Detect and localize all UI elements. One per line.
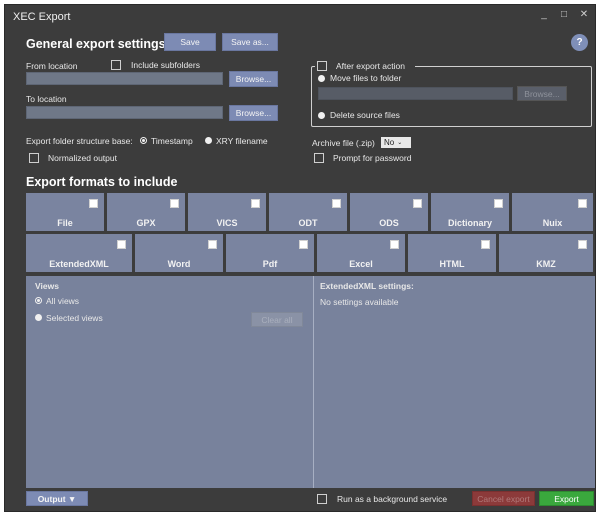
- export-window: XEC Export _ □ ✕ ? General export settin…: [4, 4, 596, 512]
- timestamp-radio[interactable]: [140, 137, 147, 144]
- xry-filename-radio[interactable]: [205, 137, 212, 144]
- format-label: ExtendedXML: [49, 259, 109, 269]
- format-label: VICS: [216, 218, 238, 228]
- maximize-icon[interactable]: □: [557, 9, 571, 20]
- move-files-radio[interactable]: [318, 75, 325, 82]
- archive-value: No: [384, 138, 395, 147]
- format-checkbox[interactable]: [299, 240, 308, 249]
- from-browse-button[interactable]: Browse...: [229, 71, 278, 87]
- no-settings-text: No settings available: [320, 297, 399, 307]
- format-tile-pdf[interactable]: Pdf: [226, 234, 314, 272]
- folder-structure-label: Export folder structure base:: [26, 136, 133, 146]
- format-label: ODT: [298, 218, 318, 228]
- format-label: Word: [167, 259, 191, 269]
- delete-source-label: Delete source files: [330, 110, 400, 120]
- selected-views-label: Selected views: [46, 313, 103, 323]
- format-label: HTML: [439, 259, 465, 269]
- format-label: Nuix: [542, 218, 563, 228]
- settings-heading: ExtendedXML settings:: [320, 281, 414, 291]
- timestamp-label: Timestamp: [151, 136, 193, 146]
- format-label: Excel: [349, 259, 373, 269]
- chevron-down-icon: ⌄: [397, 140, 403, 146]
- window-title: XEC Export: [13, 11, 71, 23]
- views-heading: Views: [35, 281, 59, 291]
- format-checkbox[interactable]: [170, 199, 179, 208]
- cancel-export-button[interactable]: Cancel export: [472, 491, 535, 506]
- archive-select[interactable]: No ⌄: [381, 137, 411, 148]
- save-button[interactable]: Save: [164, 33, 216, 51]
- to-location-input[interactable]: [26, 106, 223, 119]
- all-views-radio[interactable]: [35, 297, 42, 304]
- format-checkbox[interactable]: [117, 240, 126, 249]
- format-checkbox[interactable]: [578, 199, 587, 208]
- format-tile-word[interactable]: Word: [135, 234, 223, 272]
- move-files-label: Move files to folder: [330, 73, 402, 83]
- normalized-output-checkbox[interactable]: [29, 153, 39, 163]
- format-checkbox[interactable]: [494, 199, 503, 208]
- format-tile-extendedxml[interactable]: ExtendedXML: [26, 234, 132, 272]
- format-checkbox[interactable]: [390, 240, 399, 249]
- format-tile-odt[interactable]: ODT: [269, 193, 347, 231]
- xry-filename-label: XRY filename: [216, 136, 268, 146]
- background-service-checkbox[interactable]: [317, 494, 327, 504]
- all-views-label: All views: [46, 296, 80, 306]
- format-tile-file[interactable]: File: [26, 193, 104, 231]
- format-checkbox[interactable]: [578, 240, 587, 249]
- after-export-checkbox[interactable]: [317, 61, 327, 71]
- format-checkbox[interactable]: [208, 240, 217, 249]
- include-subfolders-label: Include subfolders: [131, 60, 200, 70]
- to-location-label: To location: [26, 94, 67, 104]
- background-service-label: Run as a background service: [337, 494, 448, 504]
- format-label: Pdf: [262, 259, 278, 269]
- format-tile-kmz[interactable]: KMZ: [499, 234, 593, 272]
- from-location-label: From location: [26, 61, 78, 71]
- format-tile-dictionary[interactable]: Dictionary: [431, 193, 509, 231]
- format-label: Dictionary: [447, 218, 492, 228]
- after-export-label: After export action: [336, 61, 405, 71]
- format-tile-gpx[interactable]: GPX: [107, 193, 185, 231]
- prompt-password-checkbox[interactable]: [314, 153, 324, 163]
- format-label: File: [57, 218, 73, 228]
- save-as-button[interactable]: Save as...: [222, 33, 278, 51]
- format-checkbox[interactable]: [481, 240, 490, 249]
- delete-source-radio[interactable]: [318, 112, 325, 119]
- archive-label: Archive file (.zip): [312, 138, 375, 148]
- close-icon[interactable]: ✕: [577, 9, 591, 20]
- views-panel: [26, 276, 595, 488]
- panel-divider: [313, 276, 314, 488]
- format-tile-nuix[interactable]: Nuix: [512, 193, 593, 231]
- format-tile-vics[interactable]: VICS: [188, 193, 266, 231]
- export-button[interactable]: Export: [539, 491, 594, 506]
- help-icon[interactable]: ?: [571, 34, 588, 51]
- general-settings-heading: General export settings: [26, 37, 166, 51]
- to-browse-button[interactable]: Browse...: [229, 105, 278, 121]
- format-tile-excel[interactable]: Excel: [317, 234, 405, 272]
- format-label: KMZ: [536, 259, 556, 269]
- format-label: ODS: [379, 218, 399, 228]
- move-folder-input[interactable]: [318, 87, 513, 100]
- format-tile-ods[interactable]: ODS: [350, 193, 428, 231]
- output-button[interactable]: Output ▼: [26, 491, 88, 506]
- format-checkbox[interactable]: [251, 199, 260, 208]
- format-label: GPX: [136, 218, 156, 228]
- selected-views-radio[interactable]: [35, 314, 42, 321]
- format-tile-html[interactable]: HTML: [408, 234, 496, 272]
- include-subfolders-checkbox[interactable]: [111, 60, 121, 70]
- clear-all-button[interactable]: Clear all: [251, 312, 303, 327]
- export-formats-heading: Export formats to include: [26, 175, 178, 189]
- prompt-password-label: Prompt for password: [333, 153, 412, 163]
- format-checkbox[interactable]: [89, 199, 98, 208]
- from-location-input[interactable]: [26, 72, 223, 85]
- normalized-output-label: Normalized output: [48, 153, 117, 163]
- format-checkbox[interactable]: [332, 199, 341, 208]
- minimize-icon[interactable]: _: [537, 9, 551, 20]
- format-checkbox[interactable]: [413, 199, 422, 208]
- move-browse-button[interactable]: Browse...: [517, 86, 567, 101]
